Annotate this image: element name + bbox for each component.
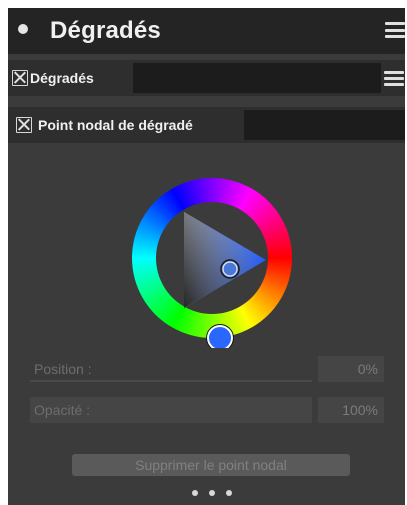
panel-collapse-dot-icon[interactable] [18, 24, 28, 34]
gradients-section-header: Dégradés [8, 60, 405, 96]
color-wheel-graphic[interactable] [122, 168, 302, 352]
position-value-field[interactable]: 0% [318, 356, 384, 382]
position-slider[interactable] [30, 356, 312, 382]
panel-titlebar: Dégradés [8, 8, 405, 54]
gradients-section-menu-icon[interactable] [384, 71, 404, 86]
panel-title: Dégradés [50, 17, 161, 44]
gradients-panel: Dégradés Dégradés Point nodal de dégradé [8, 8, 405, 505]
gradients-enable-checkbox[interactable] [12, 70, 28, 86]
color-wheel[interactable] [122, 168, 302, 352]
gradient-node-field[interactable] [244, 110, 405, 140]
gradients-section-label: Dégradés [30, 70, 94, 86]
hue-picker-handle[interactable] [207, 325, 233, 351]
opacity-value-field[interactable]: 100% [318, 397, 384, 423]
gradient-node-enable-checkbox[interactable] [16, 117, 32, 133]
saturation-value-triangle[interactable] [184, 212, 266, 308]
gradient-node-section-label: Point nodal de dégradé [38, 117, 193, 133]
panel-menu-icon[interactable] [385, 22, 405, 38]
delete-node-button[interactable]: Supprimer le point nodal [72, 454, 350, 476]
gradient-node-section-header: Point nodal de dégradé [8, 107, 405, 143]
gradients-field[interactable] [133, 63, 381, 93]
more-options-icon[interactable] [192, 490, 232, 498]
opacity-label: Opacité : [34, 402, 91, 418]
triangle-picker-handle[interactable] [220, 259, 240, 279]
